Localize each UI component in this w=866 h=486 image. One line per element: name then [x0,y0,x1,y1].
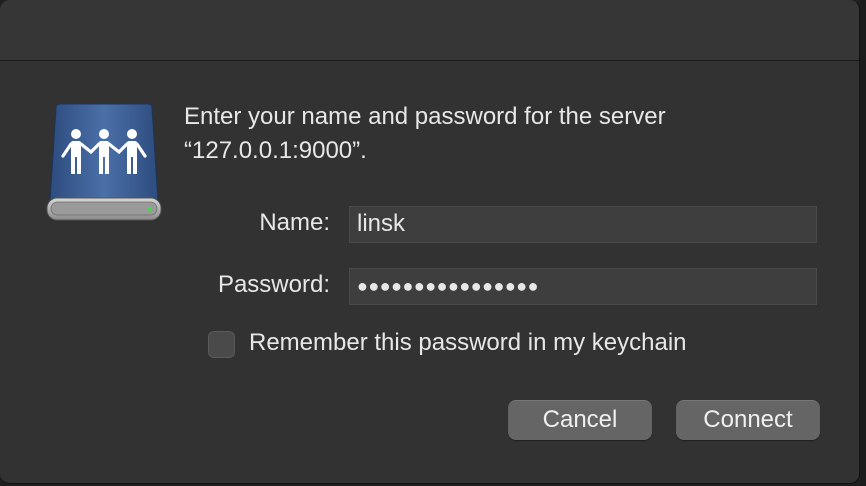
cancel-button[interactable]: Cancel [508,400,652,440]
password-field[interactable]: ●●●●●●●●●●●●●●●● [349,268,817,305]
connect-button[interactable]: Connect [676,400,820,440]
remember-password-checkbox[interactable] [208,331,235,358]
login-prompt: Enter your name and password for the ser… [184,100,824,168]
background-window-edge [860,0,866,486]
login-dialog: Enter your name and password for the ser… [0,0,860,484]
remember-password-label[interactable]: Remember this password in my keychain [249,329,687,357]
title-bar[interactable] [0,0,859,61]
password-label: Password: [217,271,330,298]
name-label: Name: [259,209,330,236]
shared-server-drive-icon [46,103,162,224]
prompt-line-server: “127.0.0.1:9000”. [184,137,367,164]
name-field[interactable]: linsk [349,206,817,243]
prompt-line-1: Enter your name and password for the ser… [184,103,666,130]
